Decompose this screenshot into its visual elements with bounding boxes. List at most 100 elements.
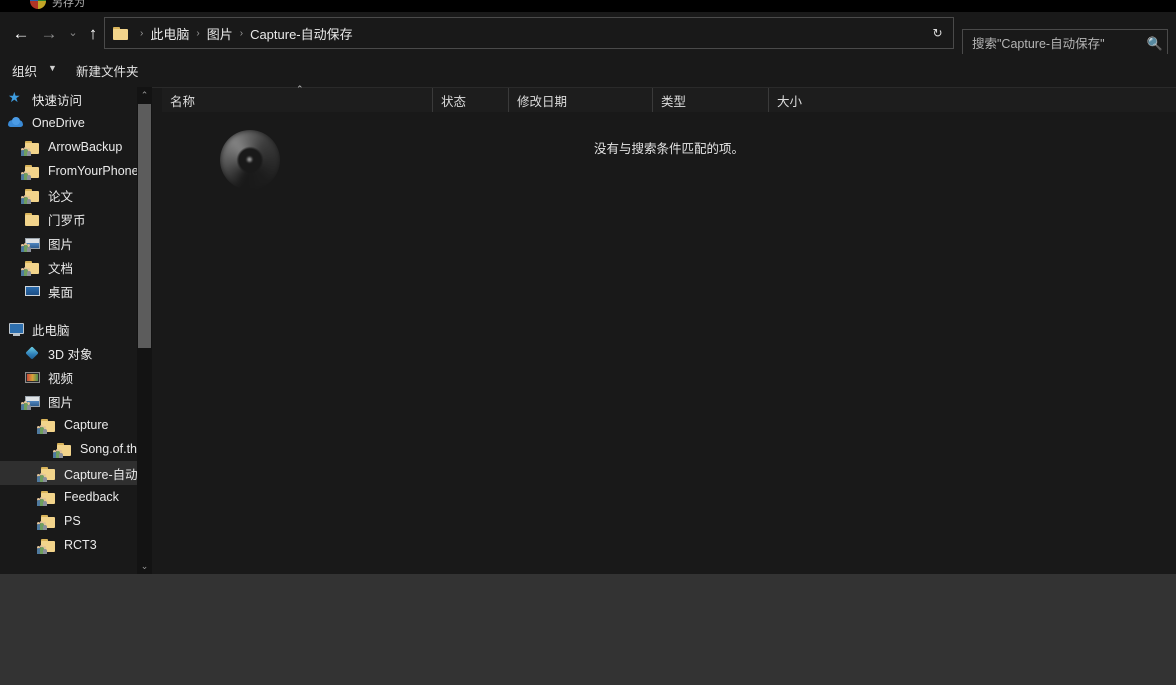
app-logo-icon [30, 0, 46, 9]
sidebar-item-3D 对象[interactable]: 3D 对象 [0, 341, 152, 365]
sidebar-item-RCT3[interactable]: RCT3 [0, 533, 152, 557]
sidebar-item-label: FromYourPhone [48, 164, 139, 178]
save-form: 文件名(N): 保存类型(T): ⌄ ⌃ 隐藏文件夹 解语 ● 花言 a . u… [0, 574, 1176, 685]
folder-icon [53, 442, 73, 458]
sidebar-item-label: RCT3 [64, 538, 97, 552]
star-icon [8, 89, 25, 107]
folder-icon [113, 26, 129, 40]
sidebar-item-label: Capture [64, 418, 109, 432]
folder-icon [21, 140, 41, 156]
command-bar: 组织 ▼ 新建文件夹 ▼ ? [0, 54, 1176, 133]
back-icon[interactable]: ← [8, 20, 34, 46]
breadcrumb-separator: › [196, 27, 200, 39]
window-title: 另存为 [52, 0, 85, 9]
up-one-level-icon[interactable]: ↑ [80, 20, 106, 46]
file-list[interactable]: 没有与搜索条件匹配的项。 [162, 112, 1176, 574]
refresh-icon[interactable]: ↻ [922, 17, 954, 49]
shared-badge-icon [21, 170, 31, 180]
shared-badge-icon [21, 146, 31, 156]
sidebar-item-label: 论文 [48, 189, 74, 204]
shared-badge-icon [37, 472, 47, 482]
folder-icon [37, 418, 57, 434]
sidebar-item-label: 此电脑 [32, 323, 70, 338]
sidebar-item-Capture-自动保存[interactable]: Capture-自动保存 [0, 461, 152, 485]
chevron-down-icon[interactable]: ▼ [48, 63, 57, 73]
video-icon [24, 370, 41, 385]
shared-badge-icon [21, 242, 31, 252]
sidebar-item-视频[interactable]: 视频 [0, 365, 152, 389]
column-header-label: 修改日期 [517, 94, 568, 109]
new-folder-button[interactable]: 新建文件夹 [76, 61, 139, 80]
search-input[interactable] [963, 37, 1143, 51]
organize-button[interactable]: 组织 [12, 61, 37, 80]
forward-icon[interactable]: → [36, 20, 62, 46]
column-header-状态[interactable]: 状态 [432, 88, 508, 112]
sidebar-item-此电脑[interactable]: 此电脑 [0, 317, 152, 341]
sidebar-item-label: 3D 对象 [48, 347, 93, 362]
sidebar-item-快速访问[interactable]: 快速访问 [0, 87, 152, 111]
shared-badge-icon [37, 544, 47, 554]
sidebar-scrollbar[interactable]: ⌃ ⌄ [137, 87, 152, 574]
empty-list-message: 没有与搜索条件匹配的项。 [593, 142, 744, 156]
sidebar-item-label: 图片 [48, 237, 74, 252]
scroll-up-icon[interactable]: ⌃ [137, 87, 152, 103]
column-header-label: 类型 [661, 94, 687, 109]
sidebar-item-label: ArrowBackup [48, 140, 123, 154]
sidebar-item-门罗币[interactable]: 门罗币 [0, 207, 152, 231]
sidebar-item-OneDrive[interactable]: OneDrive [0, 111, 152, 135]
search-icon[interactable]: 🔍 [1143, 36, 1167, 52]
pictures-icon [21, 236, 41, 252]
sidebar-item-label: 门罗币 [48, 213, 86, 228]
breadcrumb-item-0[interactable]: 此电脑 [150, 24, 189, 43]
breadcrumb-separator: › [239, 27, 244, 39]
scrollbar-thumb[interactable] [138, 104, 151, 348]
sidebar-item-桌面[interactable]: 桌面 [0, 279, 152, 303]
column-header-修改日期[interactable]: 修改日期 [508, 88, 652, 112]
loading-spinner-core [247, 157, 252, 162]
shared-badge-icon [21, 400, 31, 410]
folder-icon [21, 260, 41, 276]
pictures-icon [21, 394, 41, 410]
sidebar-item-PS[interactable]: PS [0, 509, 152, 533]
breadcrumb[interactable]: › 此电脑 › 图片 › Capture-自动保存 [104, 17, 954, 49]
cube-icon [24, 346, 41, 361]
desktop-icon [24, 284, 41, 299]
folder-icon [37, 514, 57, 530]
sidebar-item-ArrowBackup[interactable]: ArrowBackup [0, 135, 152, 159]
column-header-row: 名称 状态 修改日期 类型 大小 [162, 88, 1176, 113]
sidebar-item-图片[interactable]: 图片 [0, 231, 152, 255]
window-title-strip: 另存为 [0, 0, 1176, 12]
scroll-down-icon[interactable]: ⌄ [137, 558, 152, 574]
sidebar-item-label: Feedback [64, 490, 119, 504]
sidebar-item-论文[interactable]: 论文 [0, 183, 152, 207]
sidebar-item-文档[interactable]: 文档 [0, 255, 152, 279]
shared-badge-icon [37, 496, 47, 506]
address-bar: ← → ⌄ ↑ › 此电脑 › 图片 › Capture-自动保存 ⌄ ↻ 🔍 [0, 12, 1176, 59]
sidebar-item-Song.of.the.S[interactable]: Song.of.the.S [0, 437, 152, 461]
sidebar-item-Capture[interactable]: Capture [0, 413, 152, 437]
folder-icon [21, 164, 41, 180]
sidebar-item-label: 图片 [48, 395, 74, 410]
breadcrumb-item-2[interactable]: Capture-自动保存 [250, 24, 353, 43]
column-header-类型[interactable]: 类型 [652, 88, 768, 112]
sidebar-item-label: 视频 [48, 371, 74, 386]
navigation-pane[interactable]: 快速访问 OneDrive ArrowBackup FromYourPhone 论文门罗… [0, 87, 152, 574]
breadcrumb-item-1[interactable]: 图片 [207, 24, 233, 43]
monitor-icon [8, 322, 25, 337]
shared-badge-icon [37, 424, 47, 434]
cloud-icon [8, 116, 25, 131]
save-as-dialog: 另存为 ← → ⌄ ↑ › 此电脑 › 图片 › Capture-自动保存 ⌄ … [0, 0, 1176, 685]
sidebar-item-label: 快速访问 [32, 93, 83, 108]
sidebar-item-label: 文档 [48, 261, 74, 276]
column-header-label: 状态 [441, 94, 467, 109]
shared-badge-icon [53, 448, 63, 458]
column-header-label: 名称 [170, 94, 196, 109]
column-header-大小[interactable]: 大小 [768, 88, 852, 112]
sidebar-item-Feedback[interactable]: Feedback [0, 485, 152, 509]
sidebar-item-FromYourPhone[interactable]: FromYourPhone [0, 159, 152, 183]
shared-badge-icon [37, 520, 47, 530]
sidebar-item-图片[interactable]: 图片 [0, 389, 152, 413]
folder-icon [37, 490, 57, 506]
sidebar-item-label: 桌面 [48, 285, 74, 300]
